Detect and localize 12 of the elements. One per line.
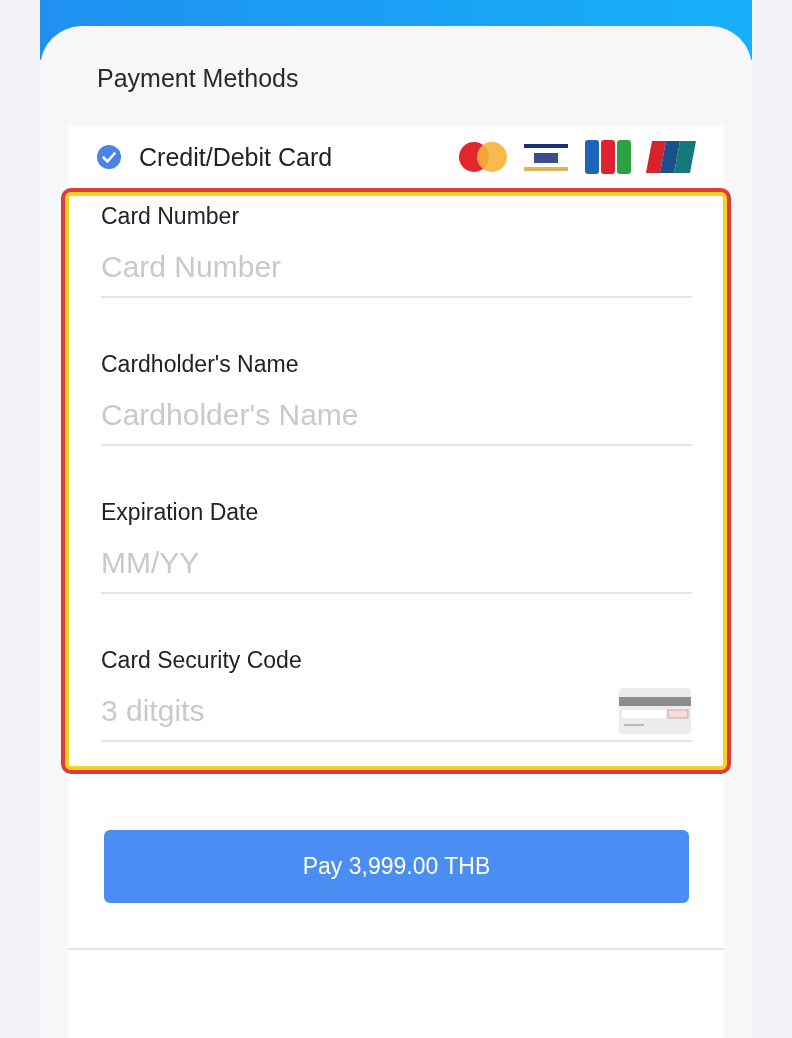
payment-option[interactable]: Credit/Debit Card (139, 142, 458, 172)
card-brand-icon (646, 140, 696, 174)
card-brand-icon (458, 141, 508, 173)
section-title: Payment Methods (97, 63, 299, 93)
card-brand-icon (584, 139, 632, 175)
card-brand-icon (522, 141, 570, 173)
card-back-icon (618, 687, 692, 735)
check-icon[interactable] (96, 144, 122, 170)
field-label: Expiration Date (101, 498, 260, 526)
field-label: Card Security Code (101, 646, 303, 674)
field-label: Cardholder's Name (101, 350, 300, 378)
field-label: Card Number (101, 202, 241, 230)
